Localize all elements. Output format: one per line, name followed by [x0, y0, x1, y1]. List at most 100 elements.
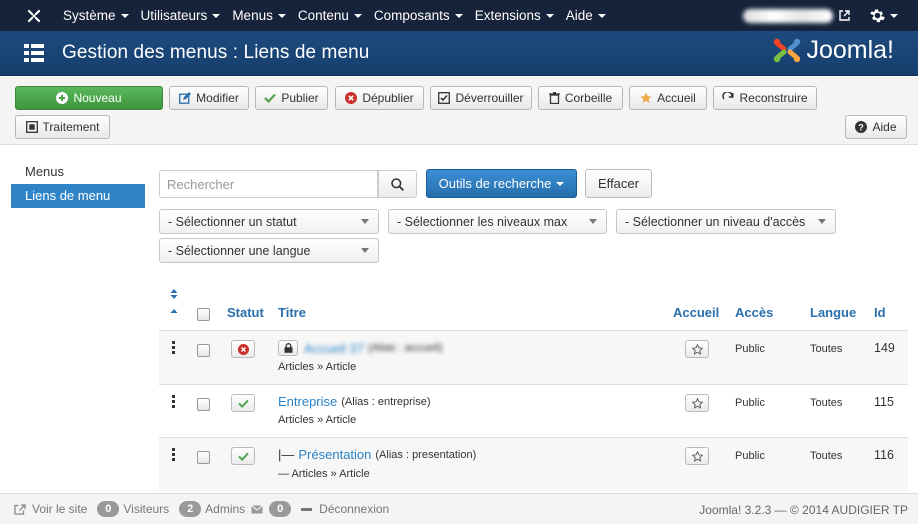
- row-id: 149: [874, 341, 895, 355]
- column-status[interactable]: Statut: [227, 305, 264, 320]
- row-title-link[interactable]: Entreprise: [278, 394, 337, 409]
- row-title-link[interactable]: Présentation: [298, 447, 371, 462]
- batch-button[interactable]: Traitement: [15, 115, 110, 139]
- external-link-icon[interactable]: [839, 10, 850, 21]
- logout-link[interactable]: Déconnexion: [301, 502, 389, 516]
- button-label: Corbeille: [564, 91, 613, 105]
- check-icon: [237, 399, 249, 408]
- max-levels-select[interactable]: - Sélectionner les niveaux max: [388, 209, 607, 234]
- access-level-select[interactable]: - Sélectionner un niveau d'accès: [616, 209, 836, 234]
- column-access[interactable]: Accès: [735, 305, 773, 320]
- nav-menu-menus[interactable]: Menus: [226, 0, 292, 31]
- top-navbar: Système Utilisateurs Menus Contenu Compo…: [0, 0, 918, 31]
- caret-down-icon: [454, 13, 463, 18]
- language-select[interactable]: - Sélectionner une langue: [159, 238, 379, 263]
- gear-icon: [870, 9, 885, 23]
- sidebar-item-menus[interactable]: Menus: [11, 160, 145, 184]
- row-access: Public: [735, 343, 765, 355]
- drag-handle-icon[interactable]: [172, 395, 176, 408]
- lock-icon: [284, 343, 292, 353]
- set-home-button[interactable]: [685, 394, 709, 412]
- column-title[interactable]: Titre: [278, 305, 306, 320]
- unpublish-icon: [345, 92, 358, 104]
- batch-square-icon: [25, 121, 38, 133]
- select-value: - Sélectionner les niveaux max: [397, 214, 568, 229]
- admins-count-badge: 2: [179, 501, 202, 517]
- set-home-button[interactable]: [685, 447, 709, 465]
- joomla-logo-icon: [774, 38, 801, 63]
- column-language[interactable]: Langue: [810, 305, 856, 320]
- unpublished-status-button[interactable]: [231, 340, 255, 358]
- button-label: Aide: [872, 120, 897, 134]
- row-checkbox[interactable]: [197, 344, 210, 357]
- search-button[interactable]: [378, 170, 417, 198]
- status-select[interactable]: - Sélectionner un statut: [159, 209, 379, 234]
- unpublish-icon: [237, 343, 249, 355]
- select-all-checkbox[interactable]: [197, 308, 210, 321]
- home-button[interactable]: Accueil: [629, 86, 707, 110]
- admins-indicator: 2 Admins: [175, 501, 245, 517]
- button-label: Modifier: [196, 91, 239, 105]
- external-link-icon: [14, 503, 26, 515]
- messages-link[interactable]: 0: [251, 501, 295, 517]
- new-button[interactable]: Nouveau: [15, 86, 163, 110]
- nav-menu-utilisateurs[interactable]: Utilisateurs: [135, 0, 227, 31]
- button-label: Publier: [281, 91, 319, 105]
- column-home[interactable]: Accueil: [673, 305, 719, 320]
- site-name-link[interactable]: [743, 8, 833, 23]
- checked-out-lock-button[interactable]: [278, 340, 298, 356]
- edit-button[interactable]: Modifier: [169, 86, 249, 110]
- row-language: Toutes: [810, 343, 843, 355]
- checkin-button[interactable]: Déverrouiller: [430, 86, 532, 110]
- row-title-link[interactable]: Accueil 37: [304, 341, 364, 356]
- footer-label: Visiteurs: [123, 502, 170, 516]
- help-button[interactable]: ? Aide: [845, 115, 907, 139]
- ordering-sort-icon[interactable]: [169, 289, 179, 320]
- publish-button[interactable]: Publier: [255, 86, 328, 110]
- nav-menu-composants[interactable]: Composants: [368, 0, 469, 31]
- set-home-button[interactable]: [685, 340, 709, 358]
- nav-menu-aide[interactable]: Aide: [560, 0, 612, 31]
- published-status-button[interactable]: [231, 447, 255, 465]
- edit-icon: [179, 92, 192, 104]
- search-icon: [391, 177, 404, 191]
- user-settings-menu[interactable]: [870, 8, 898, 23]
- clear-button[interactable]: Effacer: [585, 169, 652, 198]
- question-circle-icon: ?: [855, 121, 868, 133]
- search-tools-button[interactable]: Outils de recherche: [426, 169, 577, 198]
- published-status-button[interactable]: [231, 394, 255, 412]
- sidebar-item-menu-links[interactable]: Liens de menu: [11, 184, 145, 208]
- refresh-icon: [722, 92, 735, 104]
- select-value: - Sélectionner un niveau d'accès: [625, 214, 806, 229]
- nav-label: Composants: [373, 8, 450, 23]
- button-label: Dépublier: [362, 91, 414, 105]
- nav-label: Menus: [232, 8, 273, 23]
- nav-menu-systeme[interactable]: Système: [57, 0, 135, 31]
- row-checkbox[interactable]: [197, 398, 210, 411]
- row-access: Public: [735, 450, 765, 462]
- view-site-link[interactable]: Voir le site: [14, 502, 87, 516]
- rebuild-button[interactable]: Reconstruire: [713, 86, 817, 110]
- row-title-line: Entreprise (Alias : entreprise): [278, 394, 431, 409]
- star-outline-icon: [691, 397, 703, 409]
- unpublish-button[interactable]: Dépublier: [335, 86, 424, 110]
- column-id[interactable]: Id: [874, 305, 886, 320]
- row-checkbox[interactable]: [197, 451, 210, 464]
- nav-menu-extensions[interactable]: Extensions: [469, 0, 560, 31]
- toolbar: Nouveau Modifier Publier Dépublier Déver…: [0, 77, 918, 145]
- nav-menu-contenu[interactable]: Contenu: [292, 0, 368, 31]
- button-label: Traitement: [42, 120, 100, 134]
- check-icon: [237, 452, 249, 461]
- joomla-icon[interactable]: [24, 8, 44, 24]
- trash-icon: [548, 92, 560, 104]
- table-row: [159, 438, 908, 492]
- row-title-line: |— Présentation (Alias : presentation): [278, 447, 476, 462]
- search-input[interactable]: [159, 170, 378, 198]
- trash-button[interactable]: Corbeille: [538, 86, 623, 110]
- drag-handle-icon[interactable]: [172, 448, 176, 461]
- check-icon: [264, 93, 277, 103]
- caret-down-icon: [890, 13, 898, 18]
- drag-handle-icon[interactable]: [172, 341, 176, 354]
- row-id: 116: [874, 448, 894, 462]
- button-label: Accueil: [657, 91, 696, 105]
